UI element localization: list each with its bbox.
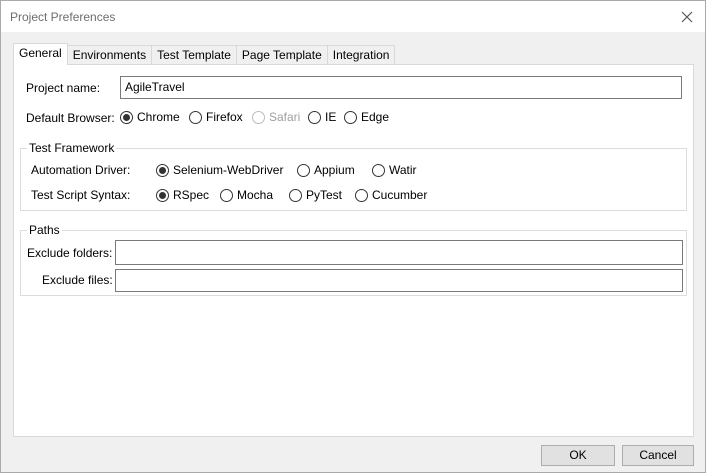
browser-edge-label: Edge: [361, 110, 390, 124]
project-name-input[interactable]: AgileTravel: [120, 76, 682, 99]
browser-safari-radio: Safari: [252, 110, 300, 124]
title-bar: Project Preferences: [1, 1, 705, 32]
general-tab-panel: Project name: AgileTravel Default Browse…: [13, 64, 694, 437]
ok-button[interactable]: OK: [541, 445, 615, 466]
browser-firefox-label: Firefox: [206, 110, 243, 124]
radio-indicator: [252, 110, 265, 124]
cancel-button[interactable]: Cancel: [622, 445, 694, 466]
exclude-folders-input[interactable]: [115, 240, 683, 265]
syntax-rspec-radio[interactable]: RSpec: [156, 188, 209, 202]
paths-title: Paths: [27, 223, 62, 237]
test-framework-group: Test Framework Automation Driver: Seleni…: [20, 141, 687, 211]
syntax-cucumber-radio[interactable]: Cucumber: [355, 188, 427, 202]
browser-ie-label: IE: [325, 110, 337, 124]
driver-watir-radio[interactable]: Watir: [372, 163, 417, 177]
automation-driver-label: Automation Driver:: [31, 163, 131, 177]
syntax-rspec-label: RSpec: [173, 188, 210, 202]
browser-chrome-label: Chrome: [137, 110, 180, 124]
radio-indicator: [156, 163, 169, 177]
browser-firefox-radio[interactable]: Firefox: [189, 110, 243, 124]
radio-indicator: [220, 188, 233, 202]
radio-indicator: [156, 188, 169, 202]
driver-appium-radio[interactable]: Appium: [297, 163, 355, 177]
radio-indicator: [344, 110, 357, 124]
browser-safari-label: Safari: [269, 110, 301, 124]
driver-watir-label: Watir: [389, 163, 417, 177]
default-browser-label: Default Browser:: [26, 111, 115, 125]
driver-appium-label: Appium: [314, 163, 355, 177]
exclude-files-label: Exclude files:: [42, 273, 113, 287]
radio-indicator: [120, 110, 133, 124]
tab-strip: General Environments Test Template Page …: [13, 43, 396, 65]
browser-edge-radio[interactable]: Edge: [344, 110, 389, 124]
syntax-mocha-radio[interactable]: Mocha: [220, 188, 273, 202]
paths-group: Paths Exclude folders: Exclude files:: [20, 223, 687, 296]
syntax-cucumber-label: Cucumber: [372, 188, 428, 202]
tab-test-template[interactable]: Test Template: [151, 45, 237, 65]
window-title: Project Preferences: [10, 10, 116, 24]
test-framework-title: Test Framework: [27, 141, 117, 155]
tab-page-template[interactable]: Page Template: [235, 45, 328, 65]
test-script-syntax-label: Test Script Syntax:: [31, 188, 131, 202]
driver-selenium-label: Selenium-WebDriver: [173, 163, 284, 177]
close-button[interactable]: [671, 1, 703, 32]
driver-selenium-radio[interactable]: Selenium-WebDriver: [156, 163, 283, 177]
project-name-label: Project name:: [26, 81, 101, 95]
exclude-files-input[interactable]: [115, 269, 683, 292]
project-preferences-dialog: Project Preferences General Environments…: [0, 0, 706, 473]
browser-ie-radio[interactable]: IE: [308, 110, 336, 124]
radio-indicator: [297, 163, 310, 177]
tab-environments[interactable]: Environments: [66, 45, 153, 65]
tab-general[interactable]: General: [13, 43, 68, 65]
tab-integration[interactable]: Integration: [326, 45, 396, 65]
exclude-folders-label: Exclude folders:: [27, 246, 113, 260]
radio-indicator: [372, 163, 385, 177]
browser-chrome-radio[interactable]: Chrome: [120, 110, 180, 124]
radio-indicator: [308, 110, 321, 124]
radio-indicator: [189, 110, 202, 124]
syntax-pytest-radio[interactable]: PyTest: [289, 188, 342, 202]
radio-indicator: [289, 188, 302, 202]
syntax-pytest-label: PyTest: [306, 188, 343, 202]
close-icon: [681, 11, 693, 23]
syntax-mocha-label: Mocha: [237, 188, 274, 202]
radio-indicator: [355, 188, 368, 202]
